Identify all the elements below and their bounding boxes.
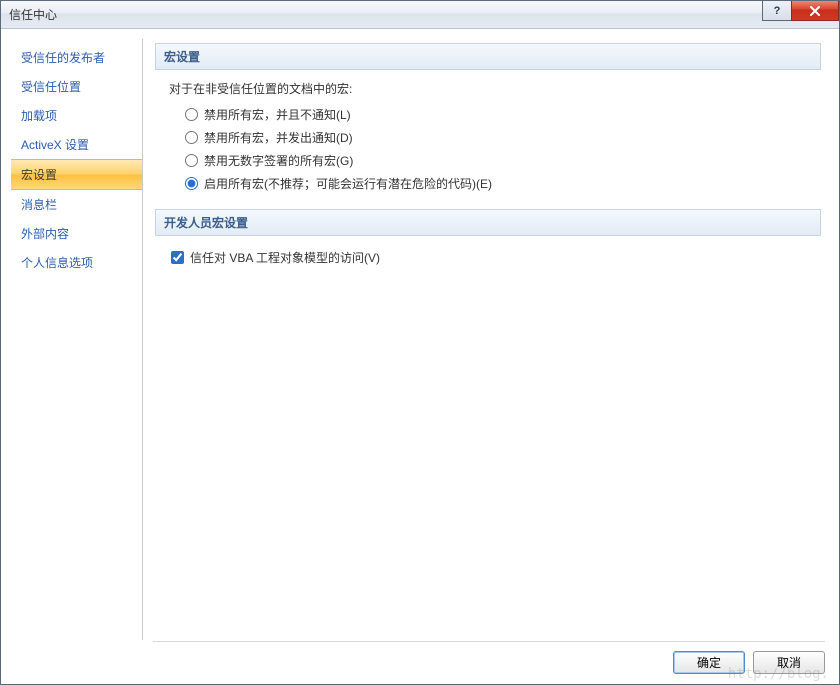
macro-option-label[interactable]: 启用所有宏(不推荐；可能会运行有潜在危险的代码)(E) (204, 175, 492, 192)
sidebar-item-privacy-options[interactable]: 个人信息选项 (11, 248, 142, 277)
close-button[interactable] (791, 1, 839, 21)
main-row: 受信任的发布者 受信任位置 加载项 ActiveX 设置 宏设置 消息栏 外部内… (1, 29, 839, 640)
dialog-body: 受信任的发布者 受信任位置 加载项 ActiveX 设置 宏设置 消息栏 外部内… (1, 29, 839, 684)
window-title: 信任中心 (9, 6, 57, 23)
macro-option-row: 禁用所有宏，并且不通知(L) (169, 103, 821, 126)
macro-option-disable-no-notify[interactable] (185, 108, 198, 121)
content-panel: 宏设置 对于在非受信任位置的文档中的宏: 禁用所有宏，并且不通知(L) 禁用所有… (153, 39, 829, 640)
macro-option-row: 禁用无数字签署的所有宏(G) (169, 149, 821, 172)
titlebar-buttons: ? (763, 1, 839, 21)
trust-vba-label[interactable]: 信任对 VBA 工程对象模型的访问(V) (190, 249, 380, 266)
section-header-developer: 开发人员宏设置 (155, 209, 821, 236)
sidebar: 受信任的发布者 受信任位置 加载项 ActiveX 设置 宏设置 消息栏 外部内… (11, 39, 143, 640)
trust-vba-checkbox[interactable] (171, 251, 184, 264)
macro-option-label[interactable]: 禁用无数字签署的所有宏(G) (204, 152, 353, 169)
developer-option-row: 信任对 VBA 工程对象模型的访问(V) (169, 246, 821, 269)
cancel-button[interactable]: 取消 (753, 651, 825, 674)
help-button[interactable]: ? (762, 1, 792, 21)
sidebar-item-activex[interactable]: ActiveX 设置 (11, 130, 142, 159)
close-icon (809, 6, 821, 16)
macro-option-disable-notify[interactable] (185, 131, 198, 144)
section-body-macro: 对于在非受信任位置的文档中的宏: 禁用所有宏，并且不通知(L) 禁用所有宏，并发… (155, 80, 821, 209)
macro-option-label[interactable]: 禁用所有宏，并发出通知(D) (204, 129, 353, 146)
section-header-macro: 宏设置 (155, 43, 821, 70)
sidebar-item-trusted-publishers[interactable]: 受信任的发布者 (11, 43, 142, 72)
macro-option-disable-unsigned[interactable] (185, 154, 198, 167)
titlebar: 信任中心 ? (1, 1, 839, 29)
sidebar-item-trusted-locations[interactable]: 受信任位置 (11, 72, 142, 101)
ok-button[interactable]: 确定 (673, 651, 745, 674)
sidebar-item-macro-settings[interactable]: 宏设置 (11, 159, 142, 190)
macro-intro: 对于在非受信任位置的文档中的宏: (169, 80, 821, 97)
section-body-developer: 信任对 VBA 工程对象模型的访问(V) (155, 246, 821, 283)
trust-center-dialog: 信任中心 ? 受信任的发布者 受信任位置 加载项 ActiveX 设置 宏设置 … (0, 0, 840, 685)
macro-option-row: 禁用所有宏，并发出通知(D) (169, 126, 821, 149)
macro-option-row: 启用所有宏(不推荐；可能会运行有潜在危险的代码)(E) (169, 172, 821, 195)
sidebar-item-external-content[interactable]: 外部内容 (11, 219, 142, 248)
sidebar-item-message-bar[interactable]: 消息栏 (11, 190, 142, 219)
sidebar-item-addins[interactable]: 加载项 (11, 101, 142, 130)
dialog-footer: 确定 取消 (1, 640, 839, 684)
macro-option-label[interactable]: 禁用所有宏，并且不通知(L) (204, 106, 351, 123)
macro-option-enable-all[interactable] (185, 177, 198, 190)
